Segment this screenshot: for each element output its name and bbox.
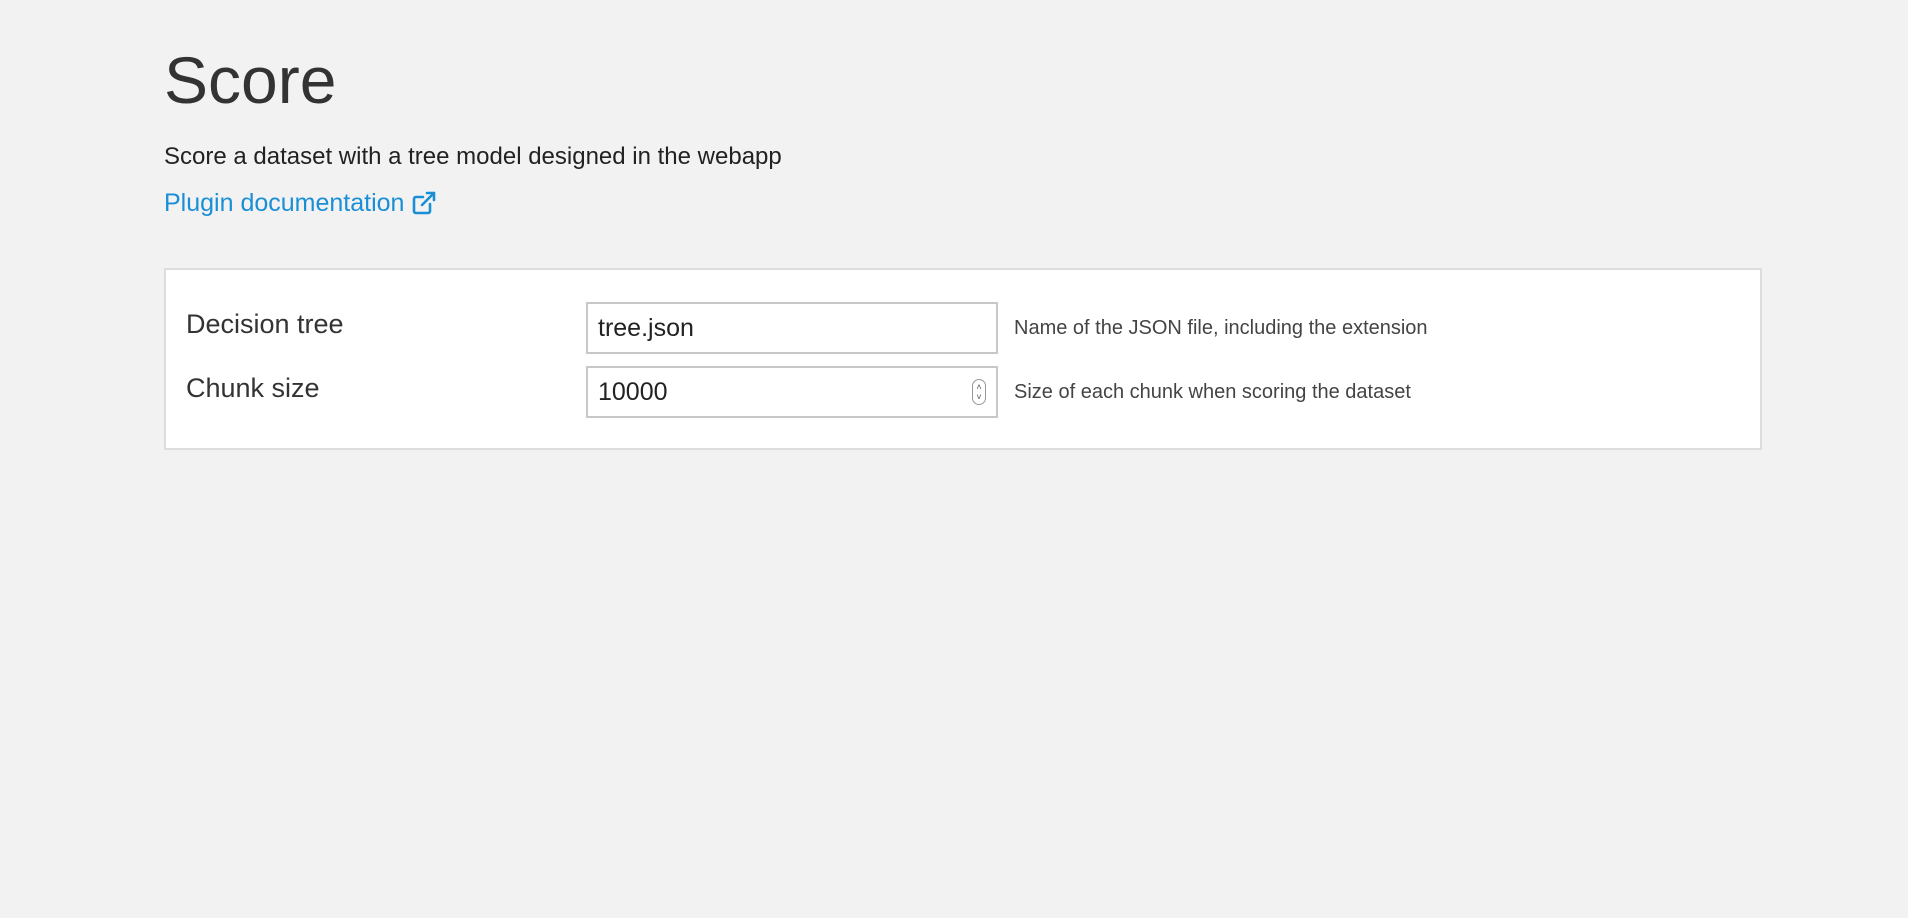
chunk-size-input[interactable] bbox=[588, 368, 996, 416]
page: Score Score a dataset with a tree model … bbox=[0, 0, 1908, 918]
decision-tree-input[interactable] bbox=[588, 304, 996, 352]
spinner-down-icon[interactable]: ˅ bbox=[976, 392, 981, 402]
decision-tree-field-wrap bbox=[586, 302, 998, 354]
page-description: Score a dataset with a tree model design… bbox=[164, 143, 782, 170]
chunk-size-field-wrap: ˄ ˅ bbox=[586, 366, 998, 418]
number-spinner-icon[interactable]: ˄ ˅ bbox=[972, 379, 986, 405]
plugin-documentation-link[interactable]: Plugin documentation bbox=[164, 188, 438, 218]
chunk-size-help: Size of each chunk when scoring the data… bbox=[1014, 381, 1411, 403]
decision-tree-help: Name of the JSON file, including the ext… bbox=[1014, 317, 1428, 339]
decision-tree-label: Decision tree bbox=[186, 309, 344, 339]
spinner-up-icon[interactable]: ˄ bbox=[976, 382, 981, 392]
page-title: Score bbox=[164, 43, 337, 117]
chunk-size-label: Chunk size bbox=[186, 373, 320, 403]
plugin-documentation-label: Plugin documentation bbox=[164, 189, 405, 217]
form-row-chunk-size: Chunk size ˄ ˅ Size of each chunk when s… bbox=[166, 366, 1760, 418]
form-row-decision-tree: Decision tree Name of the JSON file, inc… bbox=[166, 302, 1760, 354]
settings-form-panel: Decision tree Name of the JSON file, inc… bbox=[164, 268, 1762, 450]
external-link-icon bbox=[410, 189, 438, 217]
page-header: Score Score a dataset with a tree model … bbox=[164, 40, 1764, 218]
